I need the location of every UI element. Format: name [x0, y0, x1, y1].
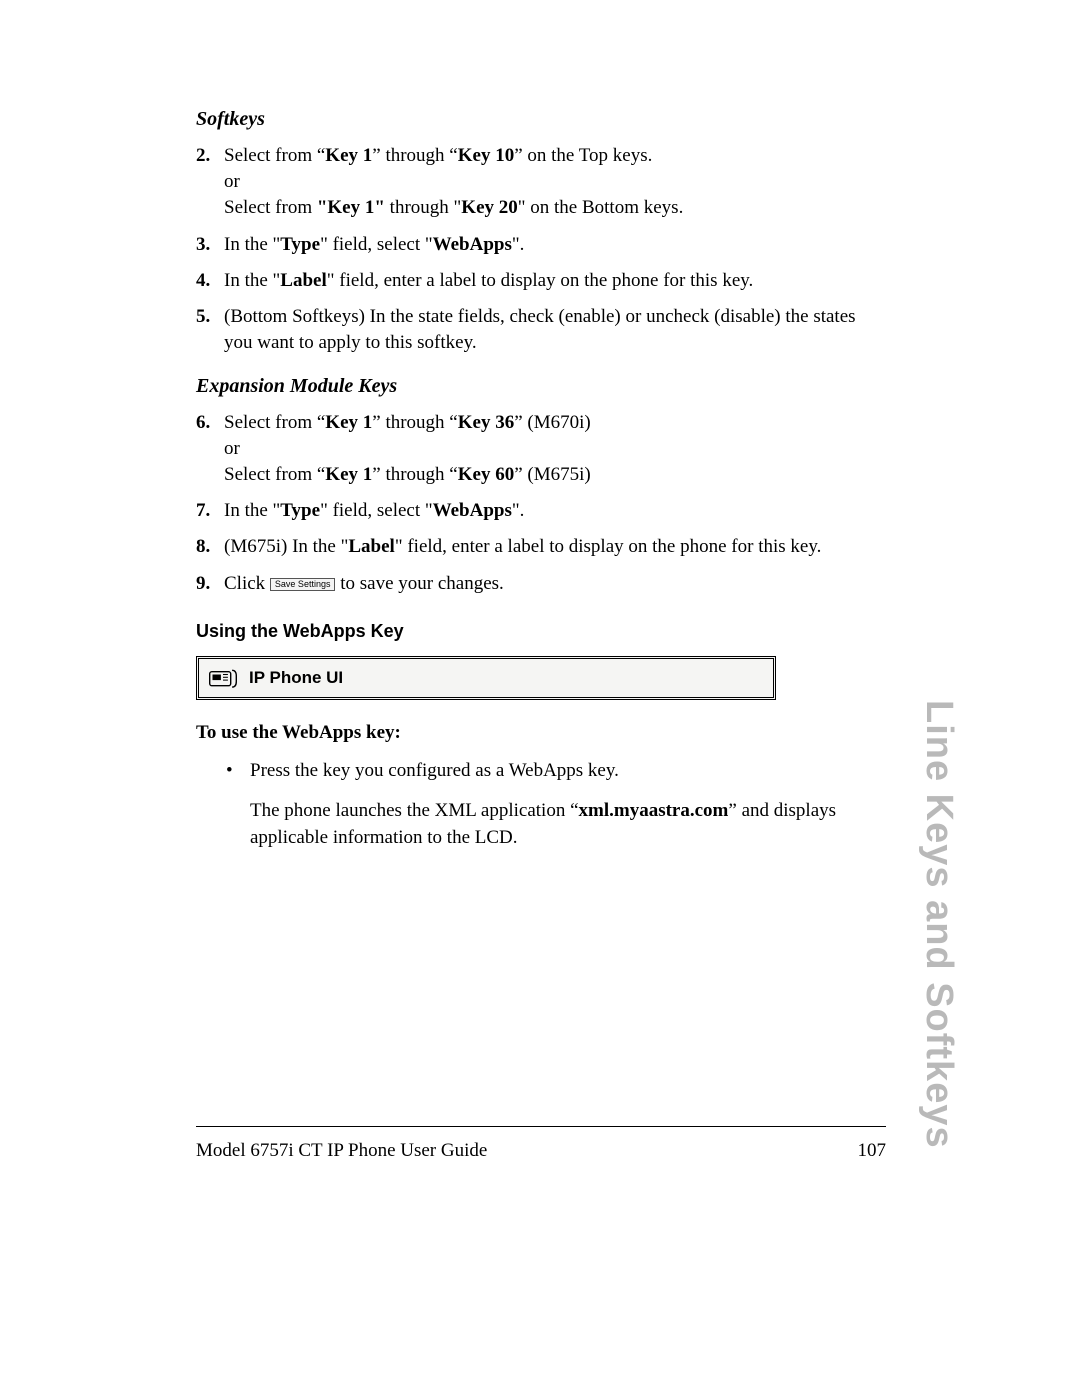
text: ” through “	[372, 145, 457, 166]
text: Select from “	[224, 412, 325, 433]
bullet-followup: The phone launches the XML application “…	[250, 798, 886, 851]
text: ” on the Top keys.	[514, 145, 652, 166]
text: " field, select "	[320, 234, 433, 255]
step-number: 9.	[196, 571, 224, 597]
step-5: 5. (Bottom Softkeys) In the state fields…	[196, 304, 886, 356]
text: ” through “	[372, 412, 457, 433]
step-3: 3. In the "Type" field, select "WebApps"…	[196, 232, 886, 258]
text-bold: Key 1	[325, 145, 372, 166]
step-number: 7.	[196, 498, 224, 524]
text: ” through “	[372, 464, 457, 485]
bullet-dot: •	[226, 758, 250, 785]
step-number: 6.	[196, 410, 224, 489]
bullet-item: • Press the key you configured as a WebA…	[226, 758, 886, 785]
step-number: 4.	[196, 268, 224, 294]
text: " on the Bottom keys.	[518, 197, 684, 218]
text: " field, enter a label to display on the…	[395, 536, 822, 557]
step-body: (M675i) In the "Label" field, enter a la…	[224, 534, 886, 560]
step-body: In the "Type" field, select "WebApps".	[224, 232, 886, 258]
step-number: 2.	[196, 143, 224, 222]
step-number: 5.	[196, 304, 224, 356]
step-2: 2. Select from “Key 1” through “Key 10” …	[196, 143, 886, 222]
text: or	[224, 438, 240, 459]
text: Select from “	[224, 145, 325, 166]
text-bold: Key 20	[461, 197, 517, 218]
text: Select from	[224, 197, 317, 218]
step-body: In the "Label" field, enter a label to d…	[224, 268, 886, 294]
text: In the "	[224, 500, 280, 521]
text-bold: Type	[280, 500, 320, 521]
step-8: 8. (M675i) In the "Label" field, enter a…	[196, 534, 886, 560]
step-body: In the "Type" field, select "WebApps".	[224, 498, 886, 524]
step-body: Click Save Settings to save your changes…	[224, 571, 886, 597]
text: ".	[512, 500, 525, 521]
step-7: 7. In the "Type" field, select "WebApps"…	[196, 498, 886, 524]
text: ” (M670i)	[514, 412, 591, 433]
step-4: 4. In the "Label" field, enter a label t…	[196, 268, 886, 294]
heading-expansion: Expansion Module Keys	[196, 375, 886, 398]
ip-phone-ui-label: IP Phone UI	[249, 668, 343, 688]
text-bold: Label	[280, 270, 326, 291]
footer-page-number: 107	[858, 1140, 887, 1162]
text-bold: Key 60	[458, 464, 514, 485]
text: Click	[224, 573, 270, 594]
text-bold: Key 36	[458, 412, 514, 433]
text: ” (M675i)	[514, 464, 591, 485]
page-content: Softkeys 2. Select from “Key 1” through …	[196, 108, 886, 852]
text-bold: Label	[348, 536, 394, 557]
footer-left: Model 6757i CT IP Phone User Guide	[196, 1140, 487, 1162]
text-bold: xml.myaastra.com	[579, 800, 729, 821]
page-footer: Model 6757i CT IP Phone User Guide 107	[196, 1140, 886, 1162]
text: to save your changes.	[335, 573, 503, 594]
to-use-heading: To use the WebApps key:	[196, 722, 886, 744]
text-bold: Key 1	[325, 412, 372, 433]
footer-rule	[196, 1126, 886, 1127]
text-bold: WebApps	[433, 500, 512, 521]
text: In the "	[224, 234, 280, 255]
text-bold: Key 10	[458, 145, 514, 166]
text: " field, enter a label to display on the…	[327, 270, 754, 291]
text: ".	[512, 234, 525, 255]
text: through "	[385, 197, 461, 218]
side-section-title: Line Keys and Softkeys	[917, 700, 960, 1149]
step-number: 3.	[196, 232, 224, 258]
bullet-text: Press the key you configured as a WebApp…	[250, 758, 886, 785]
text: The phone launches the XML application “	[250, 800, 579, 821]
step-9: 9. Click Save Settings to save your chan…	[196, 571, 886, 597]
text-bold: Key 1	[325, 464, 372, 485]
text: " field, select "	[320, 500, 433, 521]
text: In the "	[224, 270, 280, 291]
step-body: Select from “Key 1” through “Key 10” on …	[224, 143, 886, 222]
save-settings-button[interactable]: Save Settings	[270, 578, 336, 591]
step-6: 6. Select from “Key 1” through “Key 36” …	[196, 410, 886, 489]
text-bold: "Key 1"	[317, 197, 385, 218]
step-number: 8.	[196, 534, 224, 560]
text: or	[224, 171, 240, 192]
heading-using-webapps: Using the WebApps Key	[196, 621, 886, 642]
step-body: Select from “Key 1” through “Key 36” (M6…	[224, 410, 886, 489]
phone-icon	[209, 667, 237, 689]
heading-softkeys: Softkeys	[196, 108, 886, 131]
text-bold: Type	[280, 234, 320, 255]
text: (M675i) In the "	[224, 536, 348, 557]
text-bold: WebApps	[433, 234, 512, 255]
ip-phone-ui-box: IP Phone UI	[196, 656, 776, 700]
step-body: (Bottom Softkeys) In the state fields, c…	[224, 304, 886, 356]
text: Select from “	[224, 464, 325, 485]
